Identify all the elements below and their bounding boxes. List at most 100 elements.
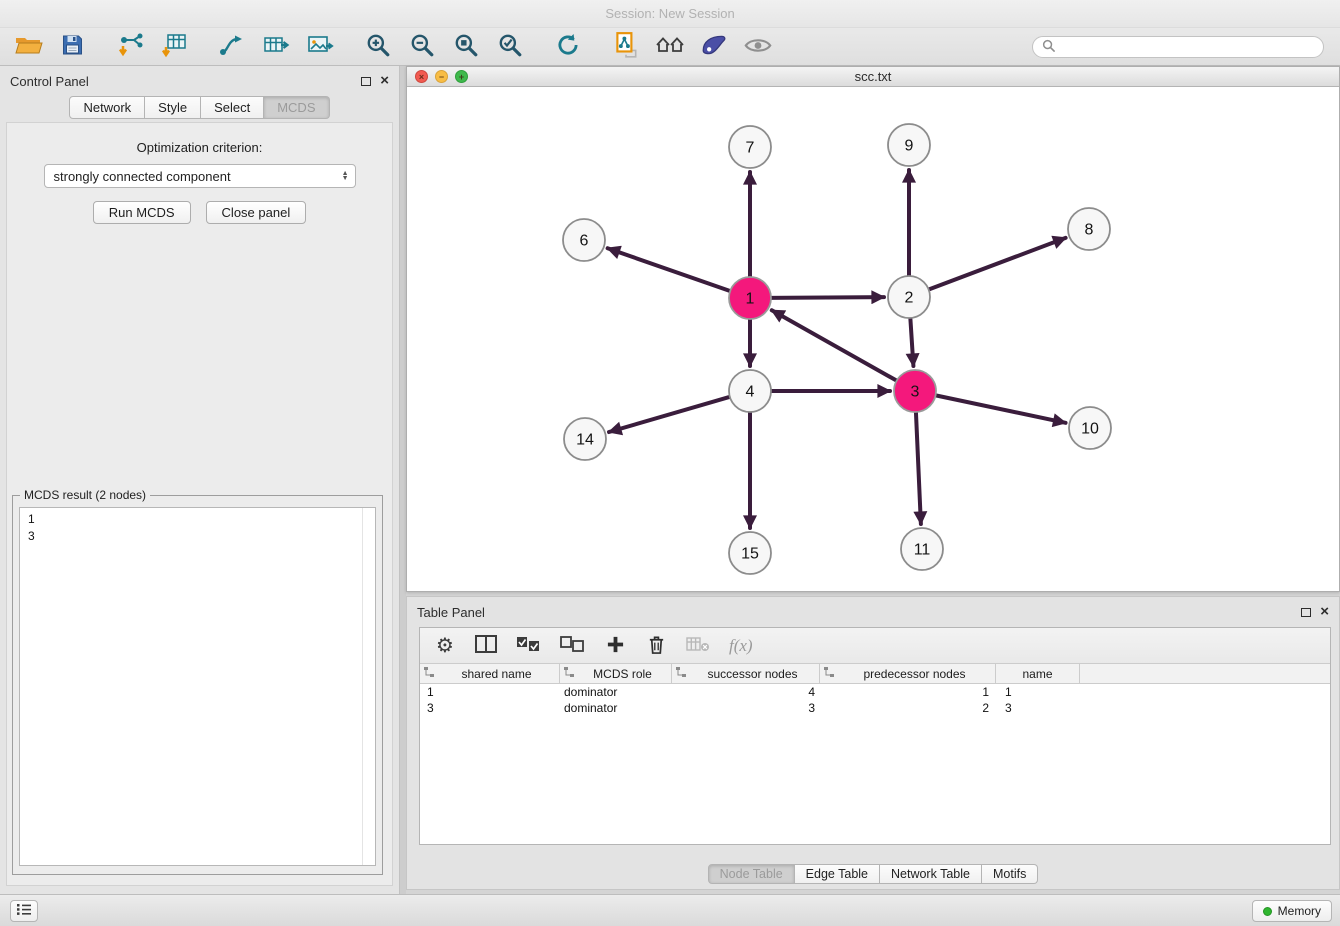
graph-node-4[interactable]: 4 bbox=[729, 370, 771, 412]
zoom-selected-button[interactable] bbox=[492, 31, 528, 63]
graph-node-9[interactable]: 9 bbox=[888, 124, 930, 166]
zoom-in-icon bbox=[365, 32, 391, 61]
cell-successor_nodes[interactable]: 3 bbox=[672, 700, 820, 716]
column-header-predecessor-nodes[interactable]: predecessor nodes bbox=[820, 664, 996, 683]
column-header-successor-nodes[interactable]: successor nodes bbox=[672, 664, 820, 683]
close-window-icon[interactable]: × bbox=[415, 70, 428, 83]
column-header-mcds-role[interactable]: MCDS role bbox=[560, 664, 672, 683]
tab-network[interactable]: Network bbox=[69, 96, 145, 119]
mcds-result-box[interactable]: 13 bbox=[19, 507, 376, 866]
graph-node-6[interactable]: 6 bbox=[563, 219, 605, 261]
graph-edge-3-1[interactable] bbox=[772, 310, 898, 381]
search-field[interactable] bbox=[1032, 36, 1324, 58]
cell-name[interactable]: 3 bbox=[996, 700, 1080, 716]
graph-edge-2-3[interactable] bbox=[910, 317, 913, 366]
save-session-button[interactable] bbox=[54, 31, 90, 63]
tab-motifs[interactable]: Motifs bbox=[982, 864, 1038, 884]
zoom-fit-button[interactable] bbox=[448, 31, 484, 63]
export-network-icon bbox=[218, 33, 246, 60]
graph-node-10[interactable]: 10 bbox=[1069, 407, 1111, 449]
close-table-panel-icon[interactable]: × bbox=[1320, 607, 1329, 617]
export-table-button[interactable] bbox=[258, 31, 294, 63]
select-all-button[interactable] bbox=[516, 633, 541, 659]
tab-edge-table[interactable]: Edge Table bbox=[795, 864, 880, 884]
table-panel-title: Table Panel bbox=[417, 605, 485, 620]
table-settings-button[interactable]: ⚙ bbox=[434, 633, 456, 659]
select-all-icon bbox=[516, 636, 541, 656]
graph-edge-1-2[interactable] bbox=[770, 297, 884, 298]
close-panel-icon[interactable]: × bbox=[380, 76, 389, 86]
graph-node-1[interactable]: 1 bbox=[729, 277, 771, 319]
tab-select[interactable]: Select bbox=[201, 96, 264, 119]
graph-edge-2-8[interactable] bbox=[928, 238, 1066, 290]
export-network-button[interactable] bbox=[214, 31, 250, 63]
graph-edge-3-11[interactable] bbox=[916, 411, 921, 524]
graph-node-2[interactable]: 2 bbox=[888, 276, 930, 318]
delete-table-button[interactable] bbox=[686, 633, 710, 659]
graph-node-11[interactable]: 11 bbox=[901, 528, 943, 570]
import-table-button[interactable] bbox=[156, 31, 192, 63]
clipboard-network-button[interactable] bbox=[608, 31, 644, 63]
network-overview-button[interactable] bbox=[652, 31, 688, 63]
memory-button[interactable]: Memory bbox=[1252, 900, 1332, 922]
cell-shared_name[interactable]: 3 bbox=[420, 700, 560, 716]
style-button[interactable] bbox=[696, 31, 732, 63]
minimize-window-icon[interactable]: − bbox=[435, 70, 448, 83]
tab-node-table[interactable]: Node Table bbox=[708, 864, 795, 884]
delete-column-button[interactable] bbox=[645, 633, 667, 659]
cell-predecessor_nodes[interactable]: 2 bbox=[820, 700, 996, 716]
graph-node-15[interactable]: 15 bbox=[729, 532, 771, 574]
svg-text:8: 8 bbox=[1085, 222, 1094, 239]
graph-edge-1-6[interactable] bbox=[608, 248, 732, 291]
cell-predecessor_nodes[interactable]: 1 bbox=[820, 684, 996, 700]
network-overview-icon bbox=[654, 34, 686, 59]
task-list-icon bbox=[16, 903, 32, 919]
export-image-button[interactable] bbox=[302, 31, 338, 63]
import-network-button[interactable] bbox=[112, 31, 148, 63]
result-scrollbar[interactable] bbox=[362, 508, 363, 865]
graph-node-7[interactable]: 7 bbox=[729, 126, 771, 168]
run-mcds-button[interactable]: Run MCDS bbox=[93, 201, 191, 224]
close-panel-button[interactable]: Close panel bbox=[206, 201, 307, 224]
network-canvas[interactable]: 7 9 6 8 1 2 4 3 14 10 15 11 bbox=[407, 87, 1339, 591]
graph-edge-4-14[interactable] bbox=[609, 397, 731, 432]
eye-button[interactable] bbox=[740, 31, 776, 63]
function-builder-button[interactable]: f(x) bbox=[729, 633, 753, 659]
deselect-all-button[interactable] bbox=[560, 633, 585, 659]
zoom-window-icon[interactable]: + bbox=[455, 70, 468, 83]
graph-node-8[interactable]: 8 bbox=[1068, 208, 1110, 250]
tab-style[interactable]: Style bbox=[145, 96, 201, 119]
search-input[interactable] bbox=[1061, 40, 1314, 54]
cell-successor_nodes[interactable]: 4 bbox=[672, 684, 820, 700]
import-network-icon bbox=[115, 32, 145, 61]
tab-network-table[interactable]: Network Table bbox=[880, 864, 982, 884]
svg-text:4: 4 bbox=[746, 384, 755, 401]
svg-text:9: 9 bbox=[905, 138, 914, 155]
cell-mcds_role[interactable]: dominator bbox=[560, 684, 672, 700]
svg-text:14: 14 bbox=[576, 432, 594, 449]
split-column-button[interactable] bbox=[475, 633, 497, 659]
network-window-titlebar: × − + scc.txt bbox=[407, 67, 1339, 87]
cell-mcds_role[interactable]: dominator bbox=[560, 700, 672, 716]
graph-node-14[interactable]: 14 bbox=[564, 418, 606, 460]
zoom-selected-icon bbox=[497, 32, 523, 61]
float-panel-icon[interactable] bbox=[361, 77, 371, 86]
cell-name[interactable]: 1 bbox=[996, 684, 1080, 700]
refresh-layout-button[interactable] bbox=[550, 31, 586, 63]
zoom-out-button[interactable] bbox=[404, 31, 440, 63]
zoom-in-button[interactable] bbox=[360, 31, 396, 63]
float-table-panel-icon[interactable] bbox=[1301, 608, 1311, 617]
column-header-shared-name[interactable]: shared name bbox=[420, 664, 560, 683]
graph-node-3[interactable]: 3 bbox=[894, 370, 936, 412]
graph-edge-3-10[interactable] bbox=[935, 395, 1066, 423]
table-row[interactable]: 1dominator411 bbox=[420, 684, 1330, 700]
column-header-name[interactable]: name bbox=[996, 664, 1080, 683]
open-session-button[interactable] bbox=[10, 31, 46, 63]
table-row[interactable]: 3dominator323 bbox=[420, 700, 1330, 716]
tab-mcds[interactable]: MCDS bbox=[264, 96, 329, 119]
task-history-button[interactable] bbox=[10, 900, 38, 922]
criterion-dropdown[interactable]: strongly connected component ▲▼ bbox=[44, 164, 356, 188]
mcds-result-title: MCDS result (2 nodes) bbox=[20, 488, 150, 502]
cell-shared_name[interactable]: 1 bbox=[420, 684, 560, 700]
add-column-button[interactable] bbox=[604, 633, 626, 659]
